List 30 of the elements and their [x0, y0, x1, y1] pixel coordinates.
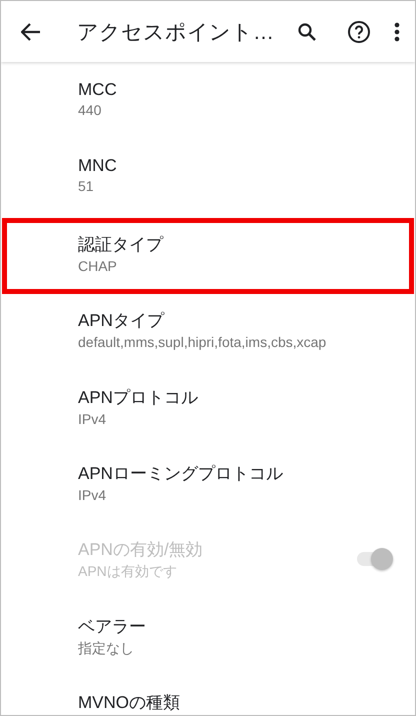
- setting-summary: default,mms,supl,hipri,fota,ims,cbs,xcap: [78, 334, 328, 350]
- setting-title: APNローミングプロトコル: [78, 462, 284, 485]
- settings-item[interactable]: ベアラー 指定なし: [1, 596, 415, 674]
- help-icon: [347, 20, 371, 44]
- back-arrow-icon: [21, 22, 41, 40]
- setting-title: 認証タイプ: [78, 234, 164, 256]
- settings-item[interactable]: MNC 51: [1, 138, 415, 215]
- setting-title: MCC: [78, 80, 118, 100]
- setting-summary: 51: [78, 178, 95, 194]
- settings-item[interactable]: 認証タイプ CHAP: [1, 214, 415, 292]
- settings-item[interactable]: APNローミングプロトコル IPv4: [1, 444, 415, 520]
- setting-summary: IPv4: [78, 486, 108, 503]
- setting-title: ベアラー: [78, 616, 147, 638]
- setting-summary: 440: [78, 102, 102, 118]
- setting-title: APNの有効/無効: [78, 539, 204, 562]
- more-vert-icon: [394, 22, 400, 42]
- search-icon: [298, 22, 316, 40]
- setting-title: MNC: [78, 156, 118, 176]
- settings-item[interactable]: MCC 440: [1, 62, 415, 138]
- screen-title: アクセスポイント…: [77, 20, 275, 46]
- settings-item[interactable]: APNタイプ default,mms,supl,hipri,fota,ims,cbs,xcap: [1, 291, 415, 368]
- setting-title: APNタイプ: [78, 310, 166, 332]
- setting-summary: IPv4: [78, 410, 108, 427]
- settings-item[interactable]: APNプロトコル IPv4: [1, 368, 415, 444]
- setting-title: APNプロトコル: [78, 386, 199, 409]
- setting-title: MVNOの種類: [78, 692, 181, 714]
- settings-item[interactable]: MVNOの種類: [1, 673, 415, 715]
- setting-summary: APNは有効です: [78, 563, 178, 582]
- setting-summary: 指定なし: [78, 640, 135, 658]
- setting-summary: CHAP: [78, 258, 118, 274]
